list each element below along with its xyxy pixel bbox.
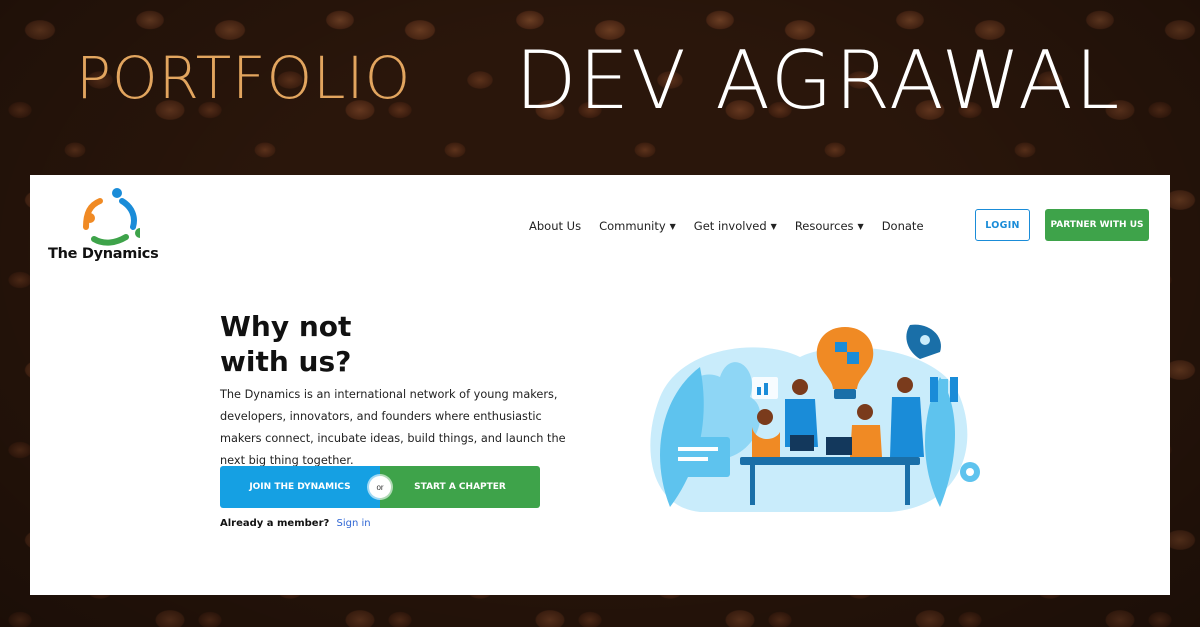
nav-item-get-involved[interactable]: Get involved ▼ (694, 219, 777, 233)
hero-title: Why not with us? (220, 309, 480, 379)
team-illustration (650, 324, 980, 512)
chevron-down-icon: ▼ (770, 221, 777, 231)
nav-item-community[interactable]: Community ▼ (599, 219, 676, 233)
dynamics-logo-icon (83, 188, 140, 246)
nav-item-label: Get involved (693, 219, 767, 233)
main-nav: About Us Community ▼ Get involved ▼ Reso… (529, 219, 924, 233)
nav-item-label: Donate (881, 219, 924, 233)
signin-link[interactable]: Sign in (337, 518, 371, 529)
logo-wordmark: The Dynamics (48, 246, 159, 262)
hero-title-line: with us? (220, 345, 352, 378)
nav-item-label: Resources (794, 219, 854, 233)
hero-description: The Dynamics is an international network… (220, 388, 566, 467)
member-question: Already a member? (220, 518, 330, 529)
partner-button[interactable]: PARTNER WITH US (1045, 209, 1149, 241)
start-chapter-button[interactable]: START A CHAPTER (380, 466, 540, 508)
nav-item-label: About Us (529, 219, 582, 233)
nav-item-donate[interactable]: Donate (882, 219, 924, 233)
portfolio-heading: PORTFOLIO (76, 44, 412, 112)
nav-item-label: Community (599, 219, 666, 233)
nav-item-about[interactable]: About Us (529, 219, 581, 233)
or-separator: or (369, 476, 391, 498)
cta-group: JOIN THE DYNAMICS START A CHAPTER or (220, 466, 540, 508)
join-button[interactable]: JOIN THE DYNAMICS (220, 466, 380, 508)
nav-item-resources[interactable]: Resources ▼ (795, 219, 864, 233)
chevron-down-icon: ▼ (669, 221, 676, 231)
author-name-heading: DEV AGRAWAL (515, 34, 1122, 127)
website-screenshot: The Dynamics About Us Community ▼ Get in… (30, 175, 1170, 595)
member-prompt: Already a member? Sign in (220, 518, 371, 529)
chevron-down-icon: ▼ (857, 221, 864, 231)
login-button[interactable]: LOGIN (975, 209, 1030, 241)
site-logo[interactable]: The Dynamics (48, 187, 159, 267)
hero-title-line: Why not (220, 310, 352, 343)
